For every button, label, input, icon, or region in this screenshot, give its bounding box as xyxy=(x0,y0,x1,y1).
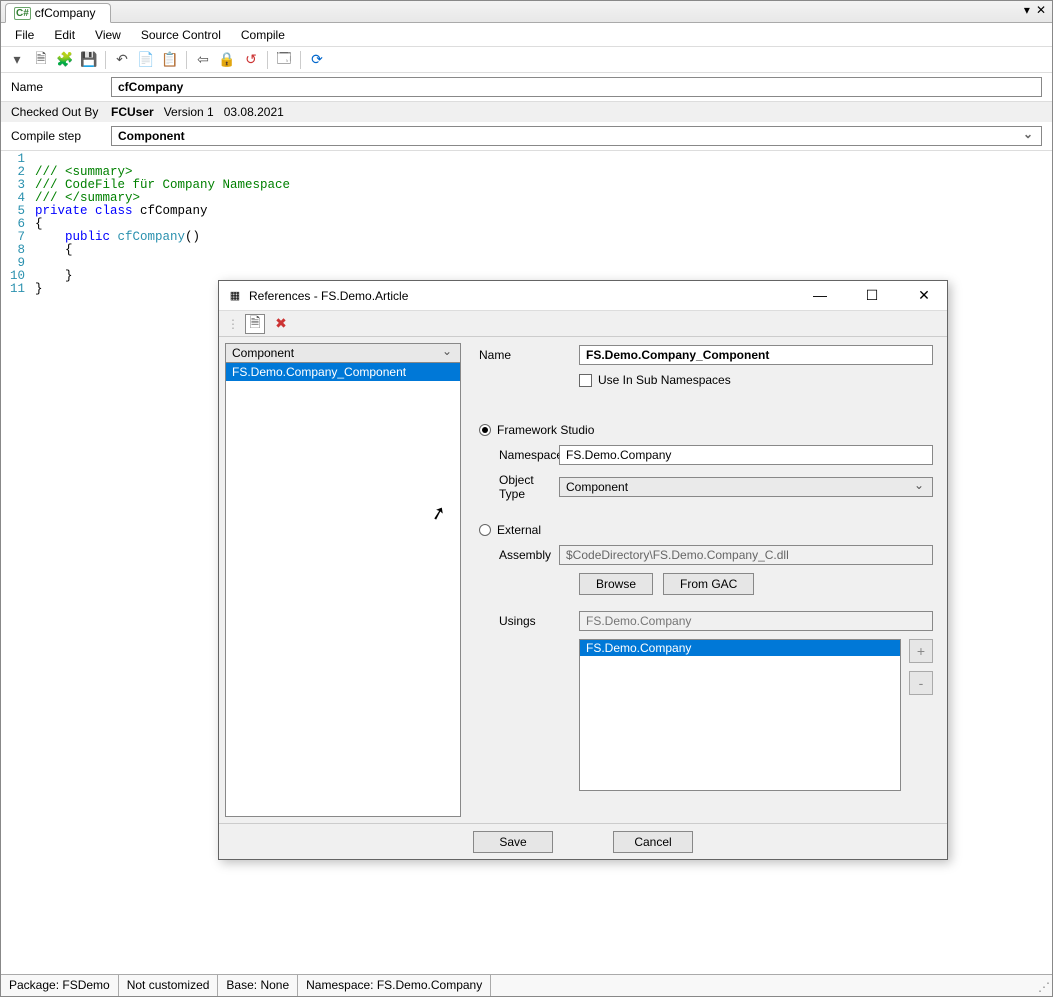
status-namespace: Namespace: FS.Demo.Company xyxy=(298,975,491,996)
references-right-panel: Name Use In Sub Namespaces Framework Stu… xyxy=(473,343,939,817)
dialog-titlebar[interactable]: ▦ References - FS.Demo.Article — ☐ ✕ xyxy=(219,281,947,311)
dialog-footer: Save Cancel xyxy=(219,823,947,859)
menu-bar: File Edit View Source Control Compile xyxy=(1,23,1052,47)
tab-bar: C# cfCompany ▾ ✕ xyxy=(1,1,1052,23)
checkout-icon[interactable]: 🔒 xyxy=(217,50,237,70)
status-base: Base: None xyxy=(218,975,298,996)
version-label: Version 1 xyxy=(164,105,214,119)
usings-label: Usings xyxy=(479,614,579,628)
cancel-button[interactable]: Cancel xyxy=(613,831,693,853)
name-input[interactable] xyxy=(111,77,1042,97)
plugin-icon[interactable]: 🧩 xyxy=(55,50,75,70)
delete-reference-icon[interactable]: ✖ xyxy=(271,314,291,334)
copy-icon[interactable]: 📄 xyxy=(136,50,156,70)
browse-button[interactable]: Browse xyxy=(579,573,653,595)
status-bar: Package: FSDemo Not customized Base: Non… xyxy=(1,974,1052,996)
save-button[interactable]: Save xyxy=(473,831,553,853)
add-using-button[interactable]: + xyxy=(909,639,933,663)
calendar-icon[interactable]: 🗔 xyxy=(274,50,294,70)
paste-icon[interactable]: 📋 xyxy=(160,50,180,70)
assembly-input xyxy=(559,545,933,565)
assembly-label: Assembly xyxy=(479,548,559,562)
usings-list-item[interactable]: FS.Demo.Company xyxy=(580,640,900,656)
usings-input xyxy=(579,611,933,631)
save-icon[interactable]: 💾 xyxy=(79,50,99,70)
references-list[interactable]: FS.Demo.Company_Component xyxy=(225,363,461,817)
framework-studio-radio[interactable] xyxy=(479,424,491,436)
menu-source-control[interactable]: Source Control xyxy=(141,28,221,42)
usings-list[interactable]: FS.Demo.Company xyxy=(579,639,901,791)
resize-grip-icon[interactable]: ⋰ xyxy=(1034,975,1052,996)
name-label: Name xyxy=(479,348,579,362)
list-item[interactable]: FS.Demo.Company_Component xyxy=(226,363,460,381)
new-dropdown-icon[interactable]: ▾ xyxy=(7,50,27,70)
namespace-label: Namespace xyxy=(479,448,559,462)
menu-compile[interactable]: Compile xyxy=(241,28,285,42)
menu-view[interactable]: View xyxy=(95,28,121,42)
namespace-input[interactable] xyxy=(559,445,933,465)
dialog-title: References - FS.Demo.Article xyxy=(249,289,408,303)
toolbar: ▾ 🗎 🧩 💾 ↶ 📄 📋 ⇦ 🔒 ↺ 🗔 ⟳ xyxy=(1,47,1052,73)
close-icon[interactable]: ✕ xyxy=(909,287,939,304)
new-file-icon[interactable]: 🗎 xyxy=(31,50,51,70)
status-package: Package: FSDemo xyxy=(1,975,119,996)
objecttype-value: Component xyxy=(566,480,628,494)
filter-select[interactable]: Component xyxy=(225,343,461,363)
revert-icon[interactable]: ↺ xyxy=(241,50,261,70)
ref-name-input[interactable] xyxy=(579,345,933,365)
framework-studio-label: Framework Studio xyxy=(497,423,594,437)
date-value: 03.08.2021 xyxy=(224,105,284,119)
dropdown-arrow-icon[interactable]: ▾ xyxy=(1024,3,1030,17)
csharp-icon: C# xyxy=(14,7,31,20)
name-label: Name xyxy=(11,80,101,94)
use-sub-label: Use In Sub Namespaces xyxy=(598,373,731,387)
remove-using-button[interactable]: - xyxy=(909,671,933,695)
filter-value: Component xyxy=(232,346,294,360)
use-sub-checkbox[interactable] xyxy=(579,374,592,387)
menu-edit[interactable]: Edit xyxy=(54,28,75,42)
checkedout-label: Checked Out By xyxy=(11,105,101,119)
references-dialog: ▦ References - FS.Demo.Article — ☐ ✕ ⋮ 🗎… xyxy=(218,280,948,860)
objecttype-select[interactable]: Component xyxy=(559,477,933,497)
file-tab[interactable]: C# cfCompany xyxy=(5,3,111,23)
checkedout-row: Checked Out By FCUser Version 1 03.08.20… xyxy=(1,102,1052,122)
maximize-icon[interactable]: ☐ xyxy=(857,287,887,304)
compilestep-value: Component xyxy=(118,129,185,143)
nav-back-icon[interactable]: ⇦ xyxy=(193,50,213,70)
compilestep-label: Compile step xyxy=(11,129,101,143)
line-gutter: 123 456 789 1011 xyxy=(1,151,31,966)
objecttype-label: Object Type xyxy=(479,473,559,501)
compilestep-select[interactable]: Component xyxy=(111,126,1042,146)
dialog-toolbar: ⋮ 🗎 ✖ xyxy=(219,311,947,337)
checkedout-value: FCUser xyxy=(111,105,154,119)
name-row: Name xyxy=(1,73,1052,102)
new-reference-icon[interactable]: 🗎 xyxy=(245,314,265,334)
tab-label: cfCompany xyxy=(35,6,96,20)
close-tab-icon[interactable]: ✕ xyxy=(1036,3,1046,17)
status-customized: Not customized xyxy=(119,975,219,996)
menu-file[interactable]: File xyxy=(15,28,34,42)
fromgac-button[interactable]: From GAC xyxy=(663,573,754,595)
undo-icon[interactable]: ↶ xyxy=(112,50,132,70)
external-radio[interactable] xyxy=(479,524,491,536)
references-icon: ▦ xyxy=(227,288,243,304)
external-label: External xyxy=(497,523,541,537)
minimize-icon[interactable]: — xyxy=(805,287,835,304)
compilestep-row: Compile step Component xyxy=(1,122,1052,151)
refresh-icon[interactable]: ⟳ xyxy=(307,50,327,70)
references-left-panel: Component FS.Demo.Company_Component xyxy=(225,343,461,817)
